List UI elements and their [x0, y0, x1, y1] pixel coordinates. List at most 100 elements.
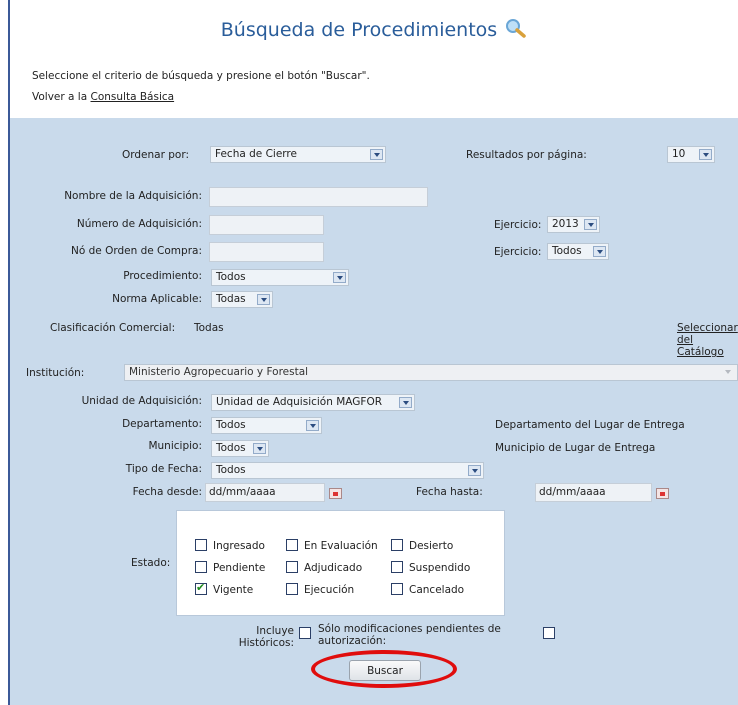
procedure-select[interactable]: Todos [211, 269, 349, 286]
catalog-link-line1: Seleccionar [677, 322, 738, 334]
order-by-value: Fecha de Cierre [215, 148, 297, 160]
norma-label: Norma Aplicable: [112, 293, 202, 305]
chevron-down-icon [333, 272, 346, 283]
page-header: Búsqueda de Procedimientos Seleccione el… [10, 0, 738, 115]
purchase-order-label: Nó de Orden de Compra: [71, 245, 202, 257]
department-label: Departamento: [122, 418, 202, 430]
checkbox-ingresado[interactable] [195, 539, 207, 551]
back-prefix: Volver a la [32, 91, 88, 103]
chevron-down-icon [722, 367, 735, 378]
chevron-down-icon [399, 397, 412, 408]
date-to-input[interactable]: dd/mm/aaaa [535, 483, 652, 502]
checkbox-vigente[interactable] [195, 581, 207, 595]
chevron-down-icon [584, 219, 597, 230]
checkbox-label-adjudicado: Adjudicado [304, 562, 363, 574]
basic-search-link[interactable]: Consulta Básica [91, 91, 175, 103]
chevron-down-icon [253, 443, 266, 454]
select-from-catalog-link[interactable]: Seleccionar del Catálogo [677, 322, 738, 358]
pending-modifications-line2: autorización: [318, 635, 387, 647]
checkbox-ejecucion[interactable] [286, 583, 298, 595]
chevron-down-icon [593, 246, 606, 257]
acquisition-name-label: Nombre de la Adquisición: [64, 190, 202, 202]
norma-value: Todas [216, 293, 246, 305]
institution-value: Ministerio Agropecuario y Forestal [129, 366, 309, 378]
date-to-label: Fecha hasta: [416, 486, 483, 498]
acquisition-name-input[interactable] [209, 187, 428, 207]
commercial-classification-value: Todas [194, 322, 224, 334]
commercial-classification-label: Clasificación Comercial: [50, 322, 176, 334]
checkbox-label-en-evaluacion: En Evaluación [304, 540, 378, 552]
institution-label: Institución: [26, 367, 85, 379]
page-title: Búsqueda de Procedimientos [10, 18, 738, 43]
checkbox-label-vigente: Vigente [213, 584, 254, 596]
ejercicio-select-2[interactable]: Todos [547, 243, 609, 260]
municipality-note: Municipio de Lugar de Entrega [495, 442, 656, 454]
chevron-down-icon [306, 420, 319, 431]
institution-select[interactable]: Ministerio Agropecuario y Forestal [124, 364, 738, 381]
back-line: Volver a la Consulta Básica [32, 91, 174, 103]
chevron-down-icon [370, 149, 383, 160]
procedure-label: Procedimiento: [123, 270, 202, 282]
chevron-down-icon [468, 465, 481, 476]
department-value: Todos [216, 419, 246, 431]
include-historical-checkbox[interactable] [299, 627, 311, 639]
magnifier-icon [505, 18, 527, 43]
ejercicio-value-2: Todos [552, 245, 582, 257]
municipality-label: Municipio: [148, 440, 202, 452]
checkbox-suspendido[interactable] [391, 561, 403, 573]
procurement-unit-select[interactable]: Unidad de Adquisición MAGFOR [211, 394, 415, 411]
order-by-label: Ordenar por: [122, 149, 190, 161]
date-type-label: Tipo de Fecha: [125, 463, 202, 475]
catalog-link-line2: del [677, 334, 694, 346]
checkbox-cancelado[interactable] [391, 583, 403, 595]
ejercicio-label-1: Ejercicio: [494, 219, 542, 231]
procedure-value: Todos [216, 271, 246, 283]
checkbox-label-suspendido: Suspendido [409, 562, 471, 574]
order-by-select[interactable]: Fecha de Cierre [210, 146, 386, 163]
checkbox-en-evaluacion[interactable] [286, 539, 298, 551]
checkbox-label-desierto: Desierto [409, 540, 454, 552]
date-type-value: Todos [216, 464, 246, 476]
ejercicio-label-2: Ejercicio: [494, 246, 542, 258]
checkbox-pendiente[interactable] [195, 561, 207, 573]
include-historical-label: Incluye Históricos: [200, 625, 294, 649]
include-historical-line2: Históricos: [238, 637, 294, 649]
pending-modifications-line1: Sólo modificaciones pendientes de [318, 623, 501, 635]
status-label: Estado: [131, 557, 171, 569]
pending-modifications-label: Sólo modificaciones pendientes de autori… [318, 623, 501, 647]
ejercicio-value-1: 2013 [552, 218, 579, 230]
date-type-select[interactable]: Todos [211, 462, 484, 479]
procurement-unit-label: Unidad de Adquisición: [81, 395, 202, 407]
checkbox-label-ingresado: Ingresado [213, 540, 265, 552]
acquisition-number-input[interactable] [209, 215, 324, 235]
municipality-select[interactable]: Todos [211, 440, 269, 457]
acquisition-number-label: Número de Adquisición: [76, 218, 202, 230]
checkbox-label-ejecucion: Ejecución [304, 584, 355, 596]
date-from-label: Fecha desde: [132, 486, 202, 498]
department-note: Departamento del Lugar de Entrega [495, 419, 685, 431]
page-title-text: Búsqueda de Procedimientos [220, 19, 498, 41]
checkbox-label-cancelado: Cancelado [409, 584, 465, 596]
catalog-link-line3: Catálogo [677, 346, 724, 358]
purchase-order-input[interactable] [209, 242, 324, 262]
checkbox-desierto[interactable] [391, 539, 403, 551]
norma-select[interactable]: Todas [211, 291, 273, 308]
results-per-page-label: Resultados por página: [466, 149, 587, 161]
results-per-page-value: 10 [672, 148, 686, 160]
chevron-down-icon [699, 149, 712, 160]
pending-modifications-checkbox[interactable] [543, 627, 555, 639]
highlight-circle [311, 650, 457, 688]
results-per-page-select[interactable]: 10 [667, 146, 715, 163]
department-select[interactable]: Todos [211, 417, 322, 434]
include-historical-line1: Incluye [256, 625, 294, 637]
municipality-value: Todos [216, 442, 246, 454]
calendar-icon[interactable] [329, 488, 342, 499]
chevron-down-icon [257, 294, 270, 305]
date-from-input[interactable]: dd/mm/aaaa [205, 483, 325, 502]
checkbox-adjudicado[interactable] [286, 561, 298, 573]
calendar-icon[interactable] [656, 488, 669, 499]
checkbox-label-pendiente: Pendiente [213, 562, 266, 574]
instructions-text: Seleccione el criterio de búsqueda y pre… [32, 70, 370, 82]
procurement-unit-value: Unidad de Adquisición MAGFOR [216, 396, 383, 408]
ejercicio-select-1[interactable]: 2013 [547, 216, 600, 233]
